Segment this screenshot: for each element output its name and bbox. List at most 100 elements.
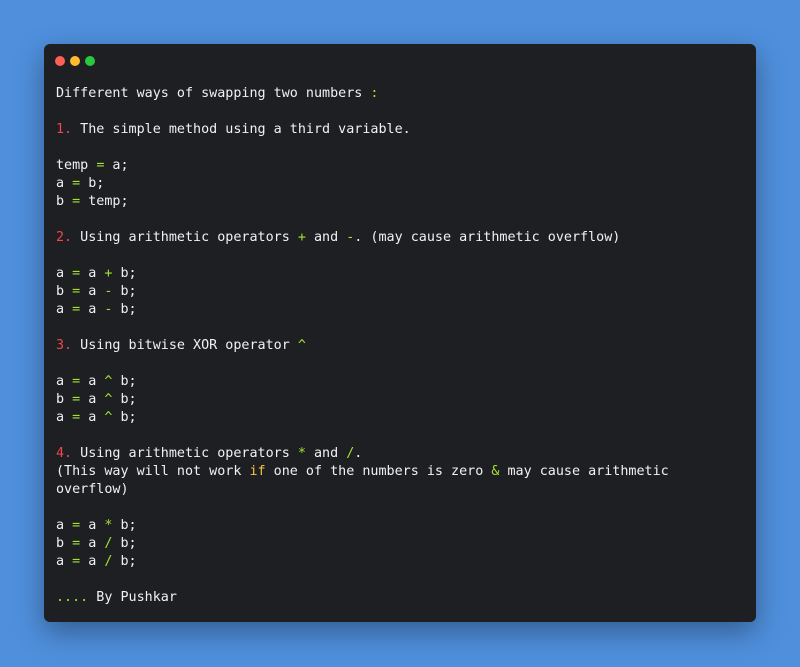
code-token-op: * xyxy=(297,446,306,461)
maximize-dot-icon[interactable] xyxy=(85,56,95,66)
code-text: . xyxy=(354,446,363,461)
code-line: a = a ^ b; xyxy=(56,409,744,427)
code-token-op: = xyxy=(72,176,81,191)
code-line: 3. Using bitwise XOR operator ^ xyxy=(56,337,744,355)
code-text: b; xyxy=(112,518,137,533)
code-line: a = b; xyxy=(56,175,744,193)
code-token-op: = xyxy=(72,302,81,317)
code-text: a xyxy=(80,518,105,533)
code-token-num: 1. xyxy=(56,122,73,137)
code-text: one of the numbers is zero xyxy=(265,464,492,479)
code-text: Different ways of swapping two numbers xyxy=(56,86,371,101)
code-text: may cause arithmetic xyxy=(499,464,669,479)
code-token-op: = xyxy=(72,518,81,533)
code-line: overflow) xyxy=(56,481,744,499)
code-line: a = a ^ b; xyxy=(56,373,744,391)
code-text: a xyxy=(80,554,105,569)
code-text: temp xyxy=(56,158,97,173)
code-block: Different ways of swapping two numbers :… xyxy=(56,85,744,607)
code-line: b = a / b; xyxy=(56,535,744,553)
code-text: b; xyxy=(112,392,137,407)
code-token-op: = xyxy=(72,392,81,407)
code-text: b; xyxy=(112,284,137,299)
code-token-op: .... xyxy=(56,590,89,605)
code-text: a xyxy=(56,266,73,281)
code-text: b; xyxy=(112,266,137,281)
code-text: temp; xyxy=(80,194,129,209)
code-token-op: = xyxy=(72,266,81,281)
code-token-op: : xyxy=(370,86,379,101)
code-token-op: = xyxy=(72,410,81,425)
code-line: a = a + b; xyxy=(56,265,744,283)
code-text: a xyxy=(80,536,105,551)
code-text: a xyxy=(80,302,105,317)
code-token-kw: if xyxy=(249,464,266,479)
code-token-op: + xyxy=(297,230,306,245)
code-text: a xyxy=(80,266,105,281)
code-text: (This way will not work xyxy=(56,464,250,479)
code-text: Using bitwise XOR operator xyxy=(72,338,298,353)
code-line: 2. Using arithmetic operators + and -. (… xyxy=(56,229,744,247)
code-line: a = a * b; xyxy=(56,517,744,535)
code-token-op: = xyxy=(72,374,81,389)
code-text: b; xyxy=(112,302,137,317)
code-token-num: 2. xyxy=(56,230,73,245)
code-text: . (may cause arithmetic overflow) xyxy=(354,230,621,245)
code-text: a xyxy=(56,554,73,569)
window-controls xyxy=(55,56,95,66)
code-text: overflow) xyxy=(56,482,129,497)
code-token-num: 3. xyxy=(56,338,73,353)
code-text: b xyxy=(56,194,73,209)
code-text: The simple method using a third variable… xyxy=(72,122,411,137)
code-text: a xyxy=(80,392,105,407)
code-text: By Pushkar xyxy=(88,590,177,605)
code-line: 1. The simple method using a third varia… xyxy=(56,121,744,139)
code-text: Using arithmetic operators xyxy=(72,230,298,245)
code-token-op: = xyxy=(72,536,81,551)
code-text: a xyxy=(56,374,73,389)
code-text: b xyxy=(56,392,73,407)
code-text: a; xyxy=(104,158,129,173)
code-text: b; xyxy=(112,410,137,425)
code-text: and xyxy=(305,446,347,461)
code-text: Using arithmetic operators xyxy=(72,446,298,461)
code-line: a = a / b; xyxy=(56,553,744,571)
code-text: a xyxy=(56,518,73,533)
code-line: temp = a; xyxy=(56,157,744,175)
code-line: a = a - b; xyxy=(56,301,744,319)
code-text: a xyxy=(80,374,105,389)
code-line: b = a - b; xyxy=(56,283,744,301)
code-text: a xyxy=(80,284,105,299)
code-text: b xyxy=(56,536,73,551)
code-line: .... By Pushkar xyxy=(56,589,744,607)
code-line: (This way will not work if one of the nu… xyxy=(56,463,744,481)
code-text: b; xyxy=(112,536,137,551)
code-line: b = temp; xyxy=(56,193,744,211)
code-text: b; xyxy=(80,176,105,191)
code-line: Different ways of swapping two numbers : xyxy=(56,85,744,103)
code-text: a xyxy=(80,410,105,425)
code-text: b; xyxy=(112,554,137,569)
code-text: b xyxy=(56,284,73,299)
code-line: 4. Using arithmetic operators * and /. xyxy=(56,445,744,463)
code-token-op: = xyxy=(72,284,81,299)
code-token-op: = xyxy=(72,194,81,209)
minimize-dot-icon[interactable] xyxy=(70,56,80,66)
code-text: a xyxy=(56,176,73,191)
code-line: b = a ^ b; xyxy=(56,391,744,409)
code-token-op: = xyxy=(72,554,81,569)
code-text: b; xyxy=(112,374,137,389)
code-token-op: ^ xyxy=(297,338,306,353)
close-dot-icon[interactable] xyxy=(55,56,65,66)
code-text: and xyxy=(305,230,347,245)
code-token-num: 4. xyxy=(56,446,73,461)
